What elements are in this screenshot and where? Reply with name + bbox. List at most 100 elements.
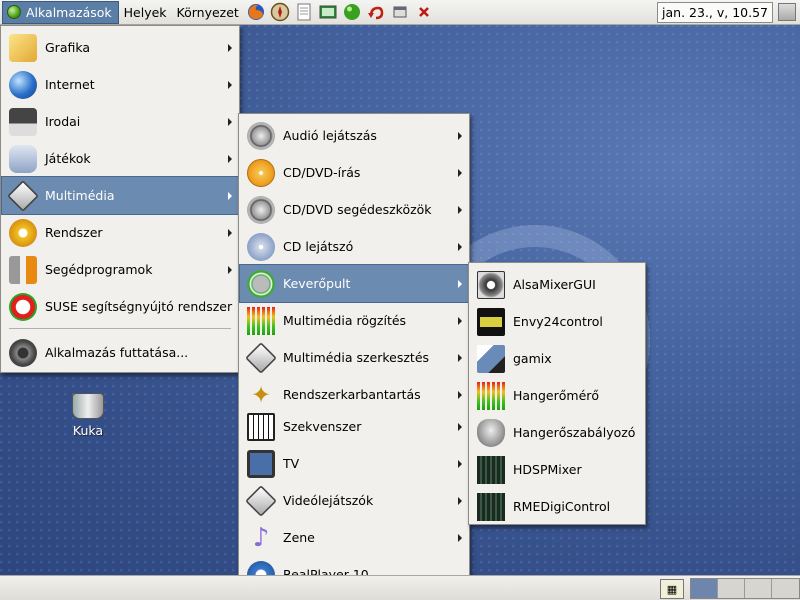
menu-item-label: CD/DVD segédeszközök	[283, 202, 432, 217]
volume-meter-icon	[477, 381, 505, 410]
submenu-arrow-icon	[228, 228, 232, 237]
submenu-arrow-icon	[458, 422, 462, 431]
window-list-icon[interactable]	[389, 1, 411, 23]
music-note-icon: ♪	[252, 522, 270, 553]
typewriter-icon	[9, 107, 37, 136]
menu-item-gamix[interactable]: gamix	[470, 340, 644, 377]
menu-item-label: Envy24control	[513, 314, 603, 329]
menu-item-label: CD/DVD-írás	[283, 165, 361, 180]
menu-item-cd-dvd-tools[interactable]: CD/DVD segédeszközök	[240, 191, 468, 228]
menu-item-volume-meter[interactable]: Hangerőmérő	[470, 377, 644, 414]
alsa-mixer-icon	[477, 270, 505, 299]
menu-item-run-application[interactable]: Alkalmazás futtatása...	[2, 334, 238, 371]
mixer-icon	[247, 269, 275, 298]
cd-player-icon	[247, 232, 275, 261]
menu-item-label: Grafika	[45, 40, 91, 55]
menu-item-label: Szekvenszer	[283, 419, 362, 434]
workspace-3[interactable]	[745, 579, 772, 598]
menu-item-label: Hangerőmérő	[513, 388, 600, 403]
menu-item-sequencer[interactable]: Szekvenszer	[240, 408, 468, 445]
menu-item-label: Multimédia rögzítés	[283, 313, 407, 328]
rme-digi-icon	[477, 492, 505, 521]
magic-wand-icon: ✦	[250, 380, 272, 409]
menu-item-label: Segédprogramok	[45, 262, 153, 277]
top-panel: Alkalmazások Helyek Környezet jan. 23., …	[0, 0, 800, 25]
help-lifebuoy-icon	[9, 292, 37, 321]
multimedia-editing-icon	[245, 341, 277, 374]
graphics-icon	[9, 33, 37, 62]
places-menu[interactable]: Helyek	[119, 5, 172, 20]
submenu-arrow-icon	[228, 80, 232, 89]
menu-item-irodai[interactable]: Irodai	[2, 103, 238, 140]
bottom-panel: ▦	[0, 575, 800, 600]
menu-item-cd-player[interactable]: CD lejátszó	[240, 228, 468, 265]
menu-item-jatekok[interactable]: Játékok	[2, 140, 238, 177]
menu-item-multimedia-editing[interactable]: Multimédia szerkesztés	[240, 339, 468, 376]
menu-item-internet[interactable]: Internet	[2, 66, 238, 103]
menu-item-label: Rendszerkarbantartás	[283, 387, 421, 402]
panel-tray-icon[interactable]	[778, 3, 796, 21]
applications-menu-button[interactable]: Alkalmazások	[2, 0, 119, 24]
menu-item-label: Játékok	[45, 151, 91, 166]
menu-item-rmedigicontrol[interactable]: RMEDigiControl	[470, 488, 644, 525]
menu-item-audio-playback[interactable]: Audió lejátszás	[240, 117, 468, 154]
submenu-arrow-icon	[458, 496, 462, 505]
compass-launcher-icon[interactable]	[269, 1, 291, 23]
menu-item-label: AlsaMixerGUI	[513, 277, 596, 292]
submenu-arrow-icon	[458, 205, 462, 214]
menu-item-suse-help[interactable]: SUSE segítségnyújtó rendszer	[2, 288, 238, 325]
menu-item-label: Irodai	[45, 114, 81, 129]
menu-item-multimedia[interactable]: Multimédia	[1, 176, 239, 215]
menu-item-segedprogramok[interactable]: Segédprogramok	[2, 251, 238, 288]
workspace-4[interactable]	[772, 579, 799, 598]
submenu-arrow-icon	[228, 265, 232, 274]
globe-icon	[9, 70, 37, 99]
clock[interactable]: jan. 23., v, 10.57	[657, 2, 773, 23]
menu-item-envy24control[interactable]: Envy24control	[470, 303, 644, 340]
undo-launcher-icon[interactable]	[365, 1, 387, 23]
menu-item-music[interactable]: ♪ Zene	[240, 519, 468, 556]
applications-menu-label: Alkalmazások	[26, 4, 112, 20]
firefox-launcher-icon[interactable]	[245, 1, 267, 23]
menu-item-label: gamix	[513, 351, 552, 366]
submenu-arrow-icon	[228, 191, 232, 200]
submenu-arrow-icon	[228, 43, 232, 52]
desktop-icon-label: Kuka	[72, 423, 104, 438]
menu-item-label: Keverőpult	[283, 276, 351, 291]
submenu-arrow-icon	[458, 316, 462, 325]
menu-item-mixer[interactable]: Keverőpult	[239, 264, 469, 303]
menu-item-label: Audió lejátszás	[283, 128, 377, 143]
submenu-arrow-icon	[458, 533, 462, 542]
green-ball-launcher-icon[interactable]	[341, 1, 363, 23]
desktop-icon-trash[interactable]: Kuka	[60, 393, 116, 438]
workspace-1[interactable]	[691, 579, 718, 598]
system-menu[interactable]: Környezet	[172, 5, 244, 20]
menu-item-volume-control[interactable]: Hangerőszabályozó	[470, 414, 644, 451]
system-gears-icon	[9, 218, 37, 247]
menu-item-grafika[interactable]: Grafika	[2, 29, 238, 66]
gamepad-icon	[9, 144, 37, 173]
mixer-submenu: AlsaMixerGUI Envy24control gamix Hangerő…	[468, 262, 646, 525]
hdsp-mixer-icon	[477, 455, 505, 484]
video-player-icon	[245, 484, 277, 517]
menu-item-tv[interactable]: TV	[240, 445, 468, 482]
show-desktop-button[interactable]: ▦	[660, 579, 684, 599]
multimedia-submenu: Audió lejátszás CD/DVD-írás CD/DVD segéd…	[238, 113, 470, 595]
menu-item-rendszer[interactable]: Rendszer	[2, 214, 238, 251]
menu-item-video-players[interactable]: Videólejátszók	[240, 482, 468, 519]
menu-item-alsamixergui[interactable]: AlsaMixerGUI	[470, 266, 644, 303]
envy24-icon	[477, 307, 505, 336]
menu-item-label: Videólejátszók	[283, 493, 374, 508]
workspace-2[interactable]	[718, 579, 745, 598]
menu-item-cd-dvd-burning[interactable]: CD/DVD-írás	[240, 154, 468, 191]
show-desktop-icon: ▦	[666, 582, 678, 596]
document-launcher-icon[interactable]	[293, 1, 315, 23]
submenu-arrow-icon	[458, 390, 462, 399]
menu-item-hdspmixer[interactable]: HDSPMixer	[470, 451, 644, 488]
close-icon[interactable]	[413, 1, 435, 23]
submenu-arrow-icon	[458, 459, 462, 468]
piano-keys-icon	[247, 412, 275, 441]
menu-item-multimedia-recording[interactable]: Multimédia rögzítés	[240, 302, 468, 339]
terminal-launcher-icon[interactable]	[317, 1, 339, 23]
disc-tools-icon	[247, 195, 275, 224]
